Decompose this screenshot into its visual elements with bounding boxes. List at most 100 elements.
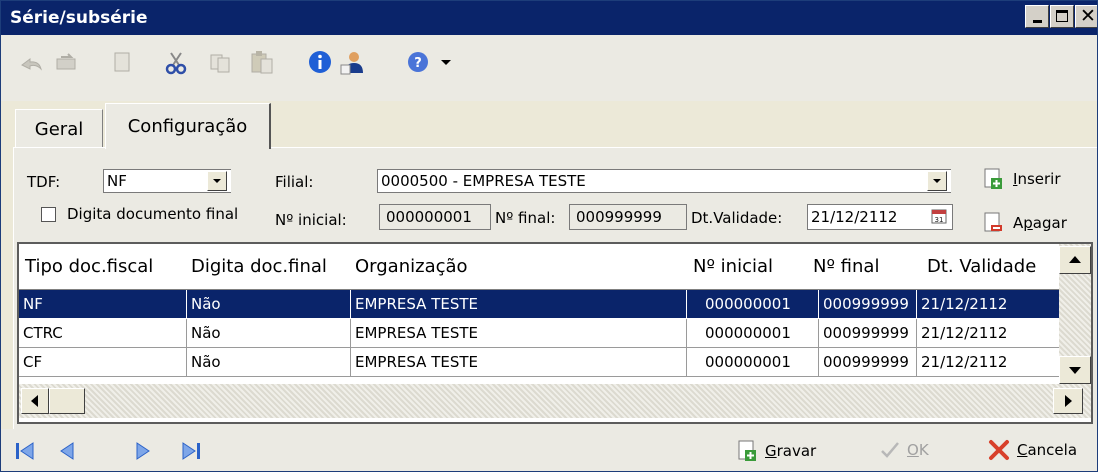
cell-digita: Não	[187, 348, 351, 377]
apagar-button[interactable]: Apagar	[983, 211, 1067, 235]
undo-icon[interactable]	[19, 49, 45, 75]
cancela-underlined-letter: C	[1017, 441, 1028, 459]
horizontal-scrollbar[interactable]	[19, 384, 1091, 418]
scroll-right-button[interactable]	[1053, 388, 1083, 414]
ok-button[interactable]: OK	[879, 439, 929, 461]
redo-icon[interactable]	[53, 49, 79, 75]
num-inicial-field[interactable]: 000000001	[379, 204, 491, 230]
arrow-right-icon	[1065, 395, 1072, 407]
first-record-button[interactable]	[11, 437, 39, 465]
title-bar: Série/subsérie ✕	[1, 1, 1097, 35]
previous-record-button[interactable]	[53, 437, 81, 465]
table-row[interactable]: CF Não EMPRESA TESTE 000000001 000999999…	[19, 348, 1059, 377]
arrow-left-icon	[31, 395, 38, 407]
ok-underlined-letter: O	[907, 441, 919, 459]
column-header-num-final[interactable]: Nº final	[813, 256, 879, 277]
column-header-num-inicial[interactable]: Nº inicial	[693, 256, 773, 277]
next-icon	[136, 442, 150, 460]
last-icon	[182, 442, 200, 460]
toolbar: ?	[1, 35, 1097, 101]
delete-document-icon	[984, 212, 1002, 232]
cut-icon[interactable]	[163, 49, 189, 75]
vertical-scrollbar[interactable]	[1059, 244, 1091, 384]
cell-num-inicial: 000000001	[687, 348, 819, 377]
cancel-x-icon	[989, 440, 1009, 460]
window-controls: ✕	[1024, 5, 1097, 28]
digita-documento-final-label: Digita documento final	[67, 205, 239, 223]
tab-geral-label: Geral	[34, 119, 84, 140]
new-document-icon[interactable]	[109, 49, 135, 75]
cell-num-inicial: 000000001	[687, 319, 819, 348]
close-icon: ✕	[1080, 5, 1096, 27]
grid-header: Tipo doc.fiscal Digita doc.final Organiz…	[19, 244, 1059, 290]
cell-validade: 21/12/2112	[917, 319, 1059, 348]
close-button[interactable]: ✕	[1075, 5, 1097, 28]
gravar-label-rest: ravar	[776, 442, 817, 460]
tdf-dropdown-button[interactable]	[207, 171, 227, 191]
column-header-tipo[interactable]: Tipo doc.fiscal	[25, 256, 153, 277]
previous-icon	[60, 442, 74, 460]
copy-icon[interactable]	[207, 49, 233, 75]
horizontal-scroll-thumb[interactable]	[49, 388, 85, 414]
table-row[interactable]: NF Não EMPRESA TESTE 000000001 000999999…	[19, 290, 1059, 319]
calendar-icon[interactable]: 31	[931, 208, 947, 224]
scroll-left-button[interactable]	[21, 388, 49, 414]
digita-documento-final-checkbox[interactable]	[41, 207, 56, 222]
num-final-field[interactable]: 000999999	[569, 204, 687, 230]
cell-num-final: 000999999	[819, 319, 917, 348]
scroll-up-button[interactable]	[1059, 246, 1091, 274]
tab-configuracao-label: Configuração	[127, 116, 248, 137]
validade-value: 21/12/2112	[811, 208, 898, 226]
cell-organizacao: EMPRESA TESTE	[351, 319, 687, 348]
series-grid[interactable]: Tipo doc.fiscal Digita doc.final Organiz…	[17, 242, 1093, 424]
column-header-organizacao[interactable]: Organização	[355, 256, 468, 277]
next-record-button[interactable]	[129, 437, 157, 465]
inserir-button[interactable]: Inserir	[983, 167, 1061, 191]
tab-geral[interactable]: Geral	[15, 109, 103, 149]
arrow-down-icon	[1069, 367, 1081, 374]
cell-organizacao: EMPRESA TESTE	[351, 290, 687, 319]
filial-select[interactable]: 0000500 - EMPRESA TESTE	[377, 169, 951, 193]
gravar-button[interactable]: Gravar	[737, 439, 816, 463]
num-final-label: Nº final:	[495, 209, 556, 227]
validade-label: Dt.Validade:	[691, 209, 783, 227]
dropdown-arrow-icon[interactable]	[439, 49, 453, 75]
maximize-button[interactable]	[1050, 5, 1074, 28]
ok-label-rest: K	[918, 441, 929, 459]
num-inicial-value: 000000001	[386, 208, 472, 226]
cell-validade: 21/12/2112	[917, 290, 1059, 319]
column-header-digita[interactable]: Digita doc.final	[191, 256, 327, 277]
apagar-underlined-letter: p	[1023, 214, 1033, 232]
user-icon[interactable]	[339, 49, 365, 75]
info-icon[interactable]	[307, 49, 333, 75]
svg-text:31: 31	[935, 216, 944, 224]
window-title: Série/subsérie	[10, 8, 148, 28]
paste-icon[interactable]	[249, 49, 275, 75]
tdf-select-value: NF	[107, 172, 127, 190]
cancela-label-rest: ancela	[1027, 441, 1078, 459]
cell-tipo: CF	[19, 348, 187, 377]
table-row[interactable]: CTRC Não EMPRESA TESTE 000000001 0009999…	[19, 319, 1059, 348]
first-icon	[16, 442, 34, 460]
tab-configuracao[interactable]: Configuração	[105, 103, 271, 149]
column-header-validade[interactable]: Dt. Validade	[927, 256, 1036, 277]
apagar-label-rest: agar	[1032, 214, 1067, 232]
filial-select-value: 0000500 - EMPRESA TESTE	[381, 172, 586, 190]
maximize-icon	[1056, 10, 1068, 22]
cell-num-inicial: 000000001	[687, 290, 819, 319]
help-icon[interactable]: ?	[405, 49, 431, 75]
tdf-label: TDF:	[27, 173, 61, 191]
svg-text:?: ?	[414, 56, 422, 71]
filial-dropdown-button[interactable]	[927, 171, 947, 191]
cell-validade: 21/12/2112	[917, 348, 1059, 377]
cell-organizacao: EMPRESA TESTE	[351, 348, 687, 377]
minimize-button[interactable]	[1025, 5, 1049, 28]
last-record-button[interactable]	[177, 437, 205, 465]
num-inicial-label: Nº inicial:	[275, 211, 347, 229]
cancela-button[interactable]: Cancela	[987, 439, 1077, 461]
scroll-down-button[interactable]	[1059, 356, 1091, 384]
save-document-icon	[738, 440, 756, 461]
filial-label: Filial:	[275, 173, 314, 191]
cell-num-final: 000999999	[819, 348, 917, 377]
cell-digita: Não	[187, 290, 351, 319]
